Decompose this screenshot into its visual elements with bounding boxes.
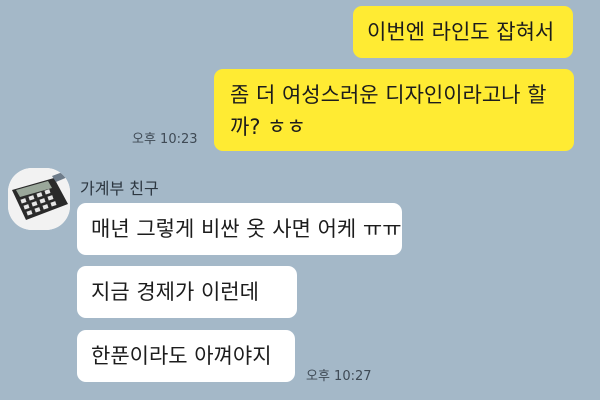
received-message-bubble[interactable]: 지금 경제가 이런데 (77, 266, 297, 318)
friend-name: 가계부 친구 (80, 179, 159, 198)
friend-avatar[interactable] (8, 168, 70, 230)
sent-message-bubble[interactable]: 이번엔 라인도 잡혀서 (353, 6, 573, 58)
calculator-icon (8, 168, 70, 230)
sent-message-text: 좀 더 여성스러운 디자인이라고나 할까? ㅎㅎ (230, 83, 547, 139)
received-message-text: 매년 그렇게 비싼 옷 사면 어케 ㅠㅠ (91, 217, 402, 241)
received-message-bubble[interactable]: 매년 그렇게 비싼 옷 사면 어케 ㅠㅠ (77, 203, 402, 255)
sent-message-text: 이번엔 라인도 잡혀서 (367, 20, 555, 44)
received-message-bubble[interactable]: 한푼이라도 아껴야지 (77, 330, 295, 382)
received-timestamp: 오후 10:27 (306, 369, 372, 384)
sent-timestamp: 오후 10:23 (132, 132, 198, 147)
received-message-text: 한푼이라도 아껴야지 (91, 344, 272, 368)
chat-room: 이번엔 라인도 잡혀서 좀 더 여성스러운 디자인이라고나 할까? ㅎㅎ 오후 … (0, 0, 600, 400)
sent-message-bubble[interactable]: 좀 더 여성스러운 디자인이라고나 할까? ㅎㅎ (214, 69, 574, 151)
received-message-text: 지금 경제가 이런데 (91, 280, 259, 304)
